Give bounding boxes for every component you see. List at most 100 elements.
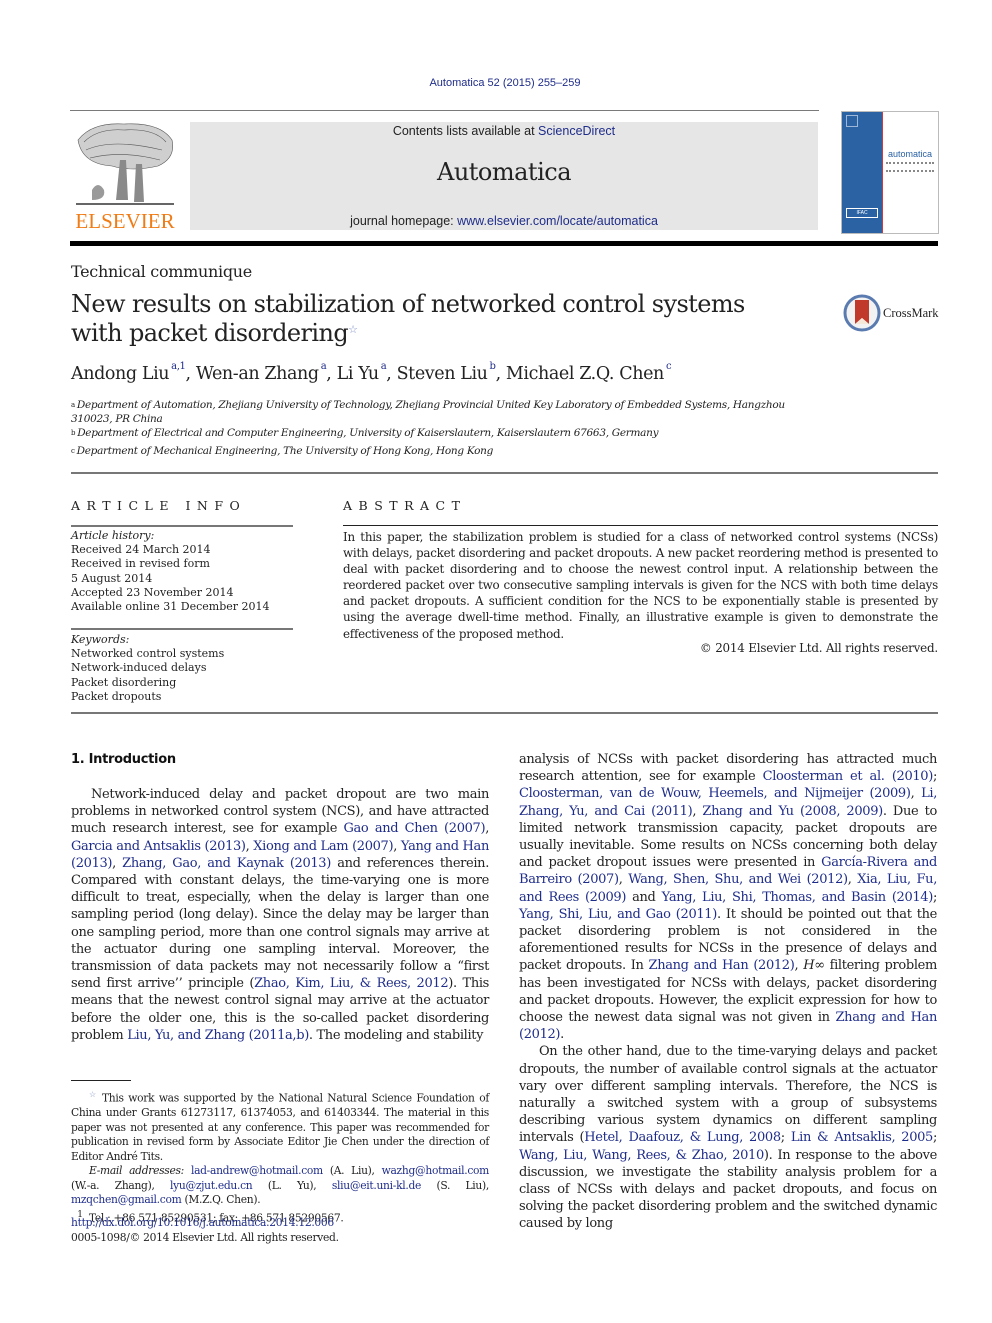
publisher-name: ELSEVIER [75, 209, 175, 233]
history-item: Available online 31 December 2014 [71, 600, 270, 614]
citation-link[interactable]: Zhao, Kim, Liu, & Rees, 2012 [254, 976, 448, 991]
citation-link[interactable]: Yang, Shi, Liu, and Gao (2011) [519, 907, 717, 922]
citation-link[interactable]: Xiong and Lam (2007) [253, 839, 393, 854]
article-title: New results on stabilization of networke… [71, 290, 791, 348]
citation-link[interactable]: Gao and Chen (2007) [343, 821, 485, 836]
journal-title: Automatica [436, 158, 572, 186]
author-affil-mark[interactable]: a [381, 361, 387, 372]
contents-prefix: Contents lists available at [392, 124, 539, 138]
body-column-left: Network-induced delay and packet dropout… [71, 786, 489, 1044]
sciencedirect-link[interactable]: ScienceDirect [538, 124, 615, 138]
doi-block: http://dx.doi.org/10.1016/j.automatica.2… [71, 1216, 339, 1245]
cover-title: automatica [887, 149, 933, 159]
author[interactable]: Wen-an Zhang a [196, 361, 327, 384]
author-affil-mark[interactable]: a [321, 361, 327, 372]
affiliation-b: b Department of Electrical and Computer E… [71, 427, 659, 439]
cover-accent-line [882, 112, 883, 233]
footnote-mark: ☆ [89, 1090, 98, 1099]
text-run: ; [932, 769, 937, 785]
text-run: , [910, 786, 922, 802]
email-owner: (L. Yu), [252, 1178, 332, 1192]
text-run: , [393, 838, 401, 854]
paragraph: On the other hand, due to the time-varyi… [519, 1043, 937, 1232]
paragraph: analysis of NCSs with packet disordering… [519, 751, 937, 1043]
citation-link[interactable]: Zhang and Yu (2008, 2009) [702, 804, 883, 819]
citation-link[interactable]: Zhang and Han (2012) [649, 958, 795, 973]
homepage-link[interactable]: www.elsevier.com/locate/automatica [457, 214, 658, 228]
footnotes: ☆ This work was supported by the Nationa… [71, 1088, 489, 1226]
citation-link[interactable]: Wang, Shen, Shu, and Wei (2012) [628, 872, 848, 887]
section-heading-introduction: 1. Introduction [71, 752, 176, 767]
history-item: Received 24 March 2014 [71, 543, 211, 557]
text-run: . [560, 1027, 564, 1043]
funding-footnote: ☆ This work was supported by the Nationa… [71, 1090, 489, 1163]
title-divider [71, 472, 938, 474]
email-link[interactable]: wazhg@hotmail.com [382, 1164, 490, 1177]
email-owner: (W.-a. Zhang), [71, 1178, 171, 1192]
text-run: , [485, 821, 489, 837]
text-run: ; [932, 889, 937, 905]
front-matter-divider [71, 712, 938, 714]
history-label: Article history: [71, 529, 155, 542]
header-thick-rule [70, 241, 938, 246]
citation-link[interactable]: Lin & Antsaklis, 2005 [791, 1130, 933, 1145]
email-link[interactable]: mzqchen@gmail.com [71, 1193, 182, 1206]
elsevier-logo[interactable]: ELSEVIER [70, 118, 180, 234]
history-item: Accepted 23 November 2014 [71, 585, 234, 599]
author-affil-mark[interactable]: b [490, 361, 496, 372]
homepage-line: journal homepage: www.elsevier.com/locat… [190, 214, 818, 228]
citation-link[interactable]: Wang, Liu, Wang, Rees, & Zhao, 2010 [519, 1148, 764, 1163]
email-link[interactable]: lyu@zjut.edu.cn [170, 1179, 253, 1192]
citation-link[interactable]: Cloosterman, van de Wouw, Heemels, and N… [519, 786, 911, 801]
issn-copyright: 0005-1098/© 2014 Elsevier Ltd. All right… [71, 1230, 339, 1244]
citation-link[interactable]: Cloosterman et al. (2010) [763, 769, 934, 784]
doi-link[interactable]: http://dx.doi.org/10.1016/j.automatica.2… [71, 1216, 339, 1231]
author[interactable]: Andong Liu a,1 [71, 361, 186, 384]
crossmark-icon [843, 294, 881, 332]
keywords-label: Keywords: [71, 633, 130, 646]
email-link[interactable]: sliu@eit.uni-kl.de [332, 1179, 421, 1192]
crossmark-button[interactable]: CrossMark [843, 294, 943, 334]
article-history: Article history: Received 24 March 2014 … [71, 529, 293, 614]
footnote-rule [71, 1080, 131, 1081]
email-link[interactable]: lad-andrew@hotmail.com [191, 1164, 323, 1177]
citation-link[interactable]: Liu, Yu, and Zhang (2011a,b) [127, 1028, 309, 1043]
crossmark-label: CrossMark [883, 306, 939, 320]
citation-link[interactable]: Zhang, Gao, and Kaynak (2013) [122, 856, 331, 871]
keywords: Keywords: Networked control systems Netw… [71, 633, 293, 704]
journal-banner: Contents lists available at ScienceDirec… [190, 122, 818, 230]
journal-citation[interactable]: Automatica 52 (2015) 255–259 [0, 77, 992, 89]
author-affil-mark[interactable]: a,1 [171, 361, 186, 372]
journal-cover-thumbnail[interactable]: automatica IFAC [841, 111, 939, 234]
text-run: and references therein. Compared with co… [71, 855, 489, 992]
article-info-heading: ARTICLE INFO [71, 498, 247, 513]
keyword: Packet disordering [71, 675, 177, 689]
email-owner: (A. Liu), [322, 1164, 382, 1178]
history-item: Received in revised form [71, 557, 210, 571]
email-footnote: E-mail addresses: lad-andrew@hotmail.com… [71, 1164, 489, 1208]
article-info-rule [71, 525, 293, 527]
email-owner: (S. Liu), [421, 1178, 489, 1192]
affiliation-c: c Department of Mechanical Engineering, T… [71, 445, 494, 457]
body-column-right: analysis of NCSs with packet disordering… [519, 751, 937, 1233]
keyword: Network-induced delays [71, 661, 207, 675]
citation-link[interactable]: Garcia and Antsaklis (2013) [71, 839, 246, 854]
author-list: Andong Liu a,1, Wen-an Zhang a, Li Yu a, St… [71, 361, 672, 384]
cover-ifac-badge: IFAC [846, 208, 878, 218]
text-run: , [112, 855, 123, 871]
title-footnote-mark[interactable]: ☆ [348, 323, 358, 336]
author[interactable]: Steven Liu b [397, 361, 496, 384]
text-run: ; [932, 1130, 938, 1146]
contents-line: Contents lists available at ScienceDirec… [190, 124, 818, 138]
text-run: , [692, 803, 703, 819]
text-run: and [626, 889, 662, 905]
text-run: ; [780, 1130, 791, 1146]
abstract-rule [343, 525, 938, 526]
text-run: . The modeling and stability [308, 1027, 484, 1043]
homepage-prefix: journal homepage: [350, 214, 458, 228]
author[interactable]: Li Yu a [337, 361, 387, 384]
citation-link[interactable]: Yang, Liu, Shi, Thomas, and Basin (2014) [662, 890, 934, 905]
citation-link[interactable]: Hetel, Daafouz, & Lung, 2008 [584, 1130, 781, 1145]
author[interactable]: Michael Z.Q. Chen c [506, 361, 672, 384]
author-affil-mark[interactable]: c [666, 361, 672, 372]
